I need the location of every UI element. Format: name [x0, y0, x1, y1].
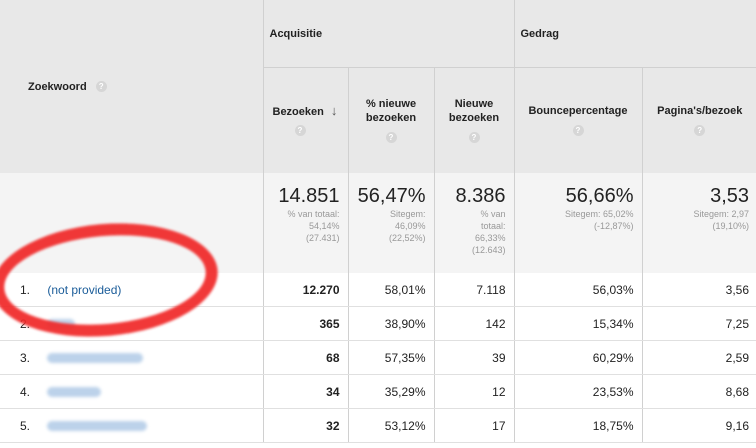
summary-keyword-cell	[0, 173, 263, 273]
report-table: Zoekwoord ? Acquisitie Gedrag Bezoeken ↓…	[0, 0, 756, 443]
summary-row: 14.851 % van totaal: 54,14% (27.431) 56,…	[0, 173, 756, 273]
help-icon[interactable]: ?	[95, 81, 107, 93]
help-icon[interactable]: ?	[694, 124, 706, 136]
table-row: 5. 32 53,12% 17 18,75% 9,16	[0, 408, 756, 443]
summary-visits: 14.851 % van totaal: 54,14% (27.431)	[262, 173, 348, 273]
redacted-keyword-link[interactable]	[47, 353, 144, 364]
table-row: 2. 365 38,90% 142 15,34% 7,25	[0, 306, 756, 341]
column-header-bounce[interactable]: Bouncepercentage ?	[513, 67, 642, 173]
keyword-cell: 2.	[0, 306, 263, 341]
summary-pages: 3,53 Sitegem: 2,97 (19,10%)	[641, 173, 756, 273]
keyword-cell: 3.	[0, 340, 263, 375]
keyword-cell: 4.	[0, 374, 263, 409]
summary-bounce: 56,66% Sitegem: 65,02% (-12,87%)	[513, 173, 642, 273]
sort-arrow-icon[interactable]: ↓	[331, 103, 338, 118]
keyword-link[interactable]: (not provided)	[47, 283, 121, 297]
help-icon[interactable]: ?	[385, 131, 397, 143]
column-header-new-visits[interactable]: Nieuwe bezoeken ?	[433, 67, 514, 173]
redacted-keyword-link[interactable]	[47, 421, 148, 432]
group-header-acquisition: Acquisitie	[262, 0, 514, 68]
analytics-report: Zoekwoord ? Acquisitie Gedrag Bezoeken ↓…	[0, 0, 756, 448]
redacted-keyword-link[interactable]	[47, 387, 102, 398]
table-row: 4. 34 35,29% 12 23,53% 8,68	[0, 374, 756, 409]
table-row: 3. 68 57,35% 39 60,29% 2,59	[0, 340, 756, 375]
column-header-keyword[interactable]: Zoekwoord ?	[0, 0, 263, 173]
redacted-keyword-link[interactable]	[47, 319, 76, 330]
column-header-new-pct[interactable]: % nieuwe bezoeken ?	[347, 67, 434, 173]
keyword-cell: 1. (not provided)	[0, 273, 263, 307]
help-icon[interactable]: ?	[468, 131, 480, 143]
table-row: 1. (not provided) 12.270 58,01% 7.118 56…	[0, 273, 756, 307]
column-header-visits[interactable]: Bezoeken ↓ ?	[262, 67, 348, 173]
help-icon[interactable]: ?	[294, 125, 306, 137]
summary-new-pct: 56,47% Sitegem: 46,09% (22,52%)	[347, 173, 434, 273]
group-header-behavior: Gedrag	[513, 0, 756, 68]
help-icon[interactable]: ?	[572, 124, 584, 136]
keyword-cell: 5.	[0, 408, 263, 443]
summary-new-visits: 8.386 % van totaal: 66,33% (12.643)	[433, 173, 514, 273]
column-header-pages[interactable]: Pagina's/bezoek ?	[641, 67, 756, 173]
